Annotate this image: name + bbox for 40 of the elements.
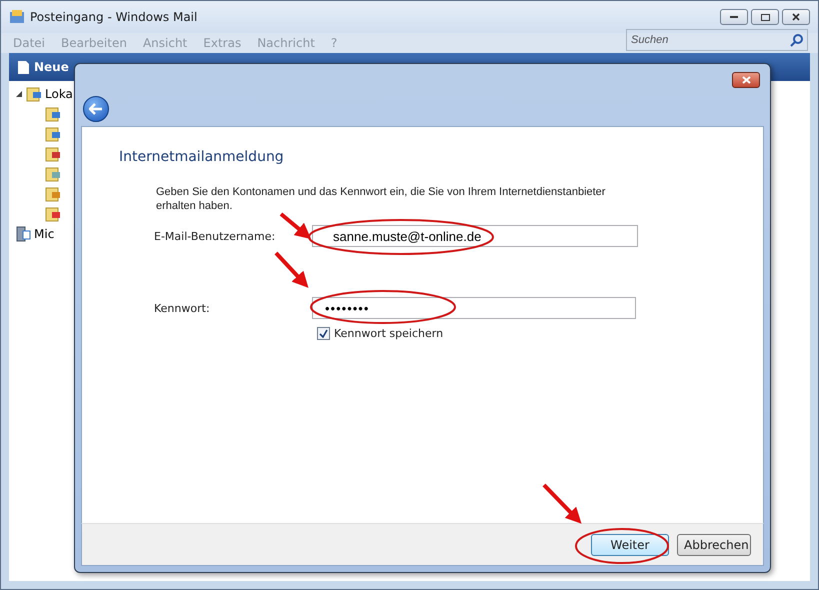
checkbox[interactable] bbox=[317, 327, 330, 340]
folder-icon bbox=[45, 106, 61, 122]
new-message-button[interactable]: Neue bbox=[17, 60, 69, 74]
folder-icon bbox=[45, 186, 61, 202]
next-button[interactable]: Weiter bbox=[591, 534, 669, 556]
checkbox-label[interactable]: Kennwort speichern bbox=[334, 327, 444, 340]
folder-icon bbox=[45, 126, 61, 142]
folder-label[interactable]: Mic bbox=[34, 227, 54, 241]
password-field[interactable]: •••••••• bbox=[312, 297, 636, 319]
back-arrow-icon bbox=[89, 103, 103, 115]
search-icon bbox=[790, 33, 804, 47]
server-icon bbox=[15, 226, 31, 242]
search-field[interactable]: Suchen bbox=[626, 29, 808, 51]
folder-icon bbox=[26, 86, 42, 102]
cancel-button[interactable]: Abbrechen bbox=[677, 534, 751, 556]
folder-icon bbox=[45, 206, 61, 222]
annotation-arrow bbox=[542, 484, 582, 524]
document-icon bbox=[17, 60, 30, 74]
folder-icon bbox=[45, 146, 61, 162]
close-button[interactable] bbox=[782, 9, 810, 25]
dialog-close-button[interactable] bbox=[732, 72, 760, 88]
field-label: Kennwort: bbox=[154, 302, 211, 314]
instruction-text: Geben Sie den Kontonamen und das Kennwort ein, die Sie von Ihrem Internetdienstanbieter erhalten haben. bbox=[156, 185, 606, 213]
close-icon bbox=[742, 76, 750, 84]
username-field[interactable]: sanne.muste@t-online.de bbox=[312, 225, 638, 247]
maximize-button[interactable] bbox=[751, 9, 779, 25]
window-title: Posteingang - Windows Mail bbox=[30, 10, 198, 24]
field-label: E-Mail-Benutzername: bbox=[154, 230, 276, 242]
folder-label[interactable]: Loka bbox=[45, 87, 73, 101]
collapse-arrow-icon[interactable] bbox=[15, 90, 23, 98]
close-icon bbox=[792, 13, 800, 21]
mail-app-icon bbox=[9, 9, 25, 25]
trash-icon bbox=[45, 166, 61, 182]
back-button[interactable] bbox=[83, 96, 109, 122]
minimize-button[interactable] bbox=[720, 9, 748, 25]
minimize-icon bbox=[730, 16, 738, 18]
maximize-icon bbox=[760, 14, 770, 20]
annotation-arrow bbox=[274, 252, 308, 288]
dialog-heading: Internetmailanmeldung bbox=[119, 149, 285, 165]
annotation-arrow bbox=[280, 212, 312, 240]
